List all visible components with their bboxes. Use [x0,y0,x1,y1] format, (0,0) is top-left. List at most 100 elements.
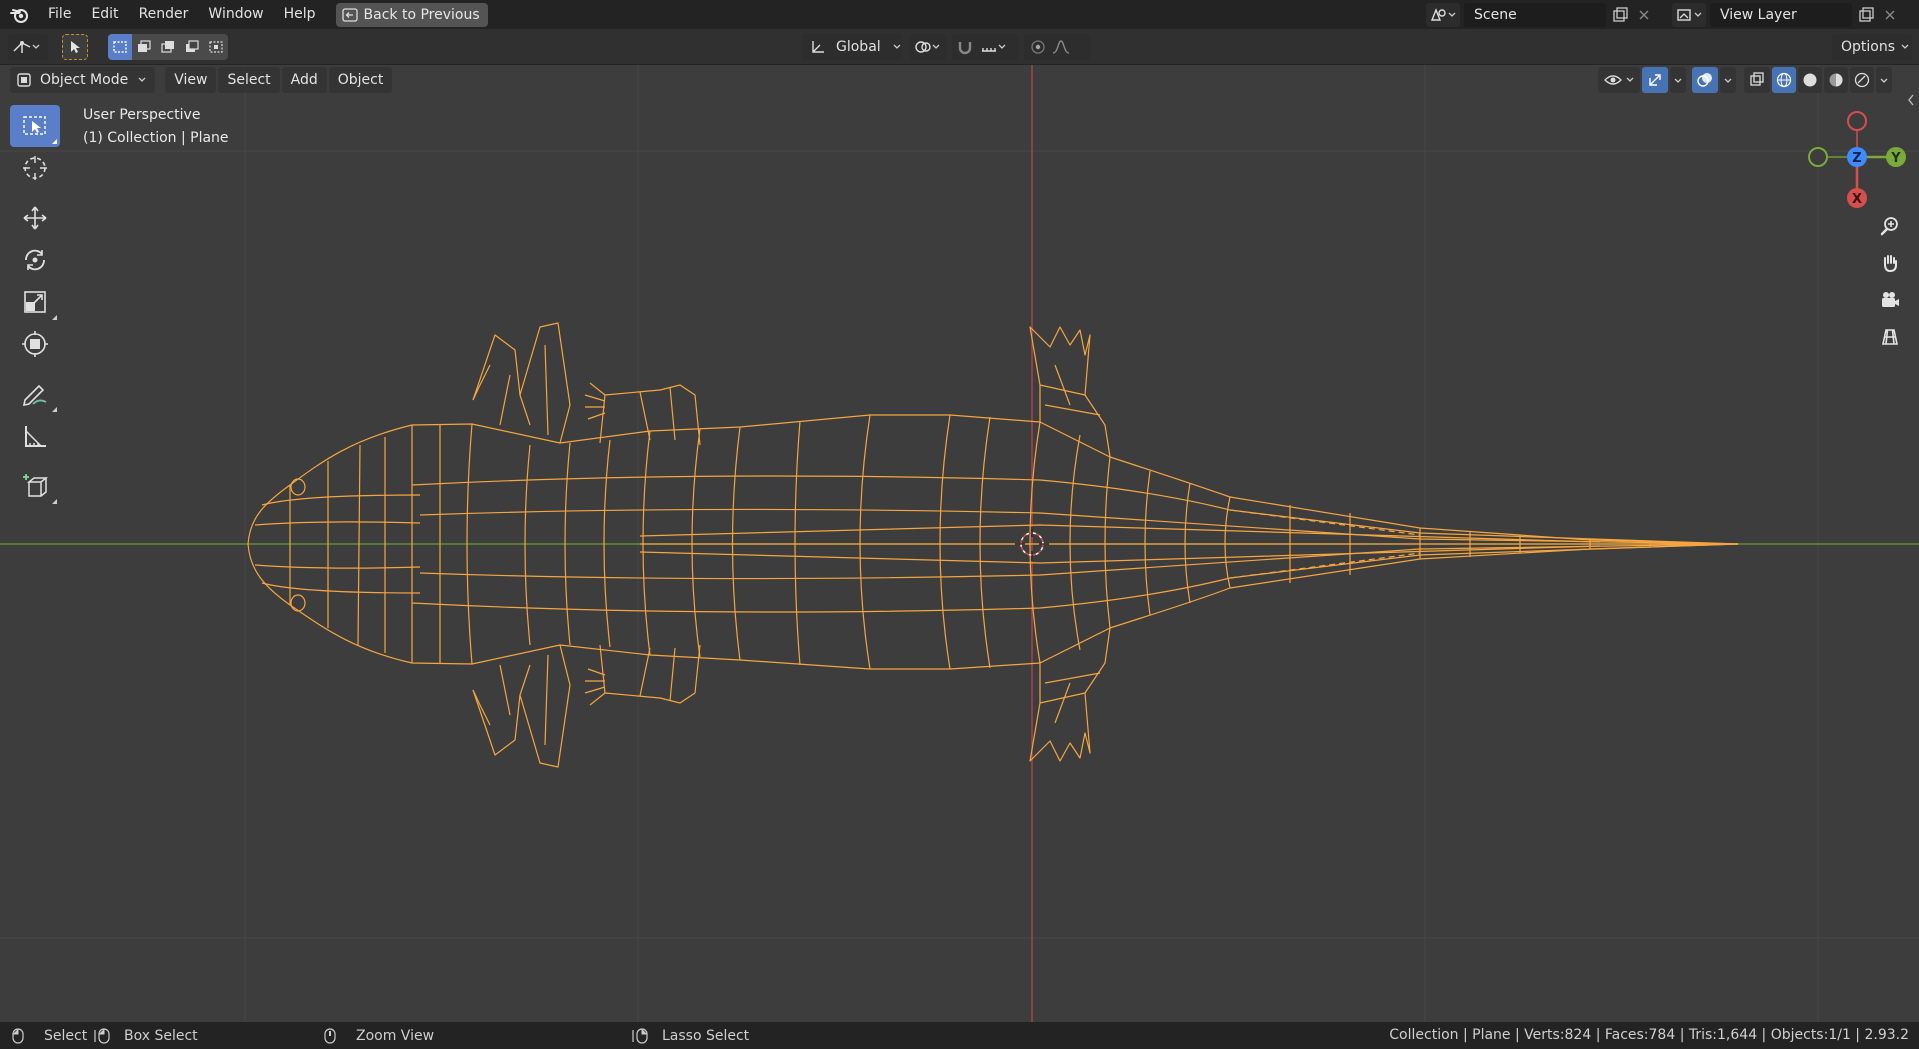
gizmo-icon [1649,74,1661,86]
select-mode-new-button[interactable] [108,34,132,60]
tool-shelf [10,105,60,507]
options-label: Options [1841,39,1896,55]
transform-tool[interactable] [10,323,60,365]
overlays-dropdown[interactable] [1720,67,1736,93]
viewport-canvas [0,65,1919,1022]
shading-rendered-button[interactable] [1850,67,1874,93]
view-layer-icon [1677,8,1691,21]
editor-type-dropdown[interactable] [8,34,48,60]
chevron-down-icon [893,44,901,49]
menu-file[interactable]: File [38,0,81,29]
viewport-display-controls [1598,67,1894,93]
overlays-icon [1697,73,1712,87]
scene-selector-dropdown[interactable] [1426,2,1460,27]
zoom-icon[interactable] [1873,209,1907,243]
gizmo-z-label: Z [1852,151,1861,166]
mouse-drag-icon [94,1027,110,1044]
pivot-icon [915,41,931,53]
snap-increment-icon[interactable] [980,39,998,55]
status-box-select: Box Select [94,1022,198,1049]
3d-cursor-icon [23,156,47,180]
select-mode-subtract-button[interactable] [156,34,180,60]
rotate-tool[interactable] [10,239,60,281]
shading-material-button[interactable] [1824,67,1848,93]
chevron-down-icon [1626,77,1634,82]
move-icon [23,206,47,230]
menu-edit[interactable]: Edit [81,0,128,29]
material-sphere-icon [1829,73,1843,87]
object-mode-dropdown[interactable]: Object Mode [10,67,156,93]
annotate-tool[interactable] [10,373,60,415]
cursor-tool[interactable] [10,147,60,189]
status-lasso-select-label: Lasso Select [662,1027,750,1044]
pivot-point-dropdown[interactable] [910,34,946,60]
status-zoom-view: Zoom View [324,1022,434,1049]
blender-logo-icon[interactable] [0,0,38,29]
select-mode-intersect-button[interactable] [204,34,228,60]
visibility-dropdown[interactable] [1598,67,1640,93]
viewport-menu-view[interactable]: View [165,67,217,93]
add-cube-tool[interactable] [10,465,60,507]
status-zoom-view-label: Zoom View [356,1027,435,1044]
select-mode-extend-button[interactable] [132,34,156,60]
chevron-down-icon [1448,12,1456,17]
status-select: Select [12,1022,87,1049]
shading-solid-button[interactable] [1798,67,1822,93]
status-lasso-select: Lasso Select [632,1022,749,1049]
options-dropdown[interactable]: Options [1832,34,1912,60]
viewport-menu-select[interactable]: Select [218,67,280,93]
mouse-middle-icon [324,1027,336,1044]
scene-statistics: Collection | Plane | Verts:824 | Faces:7… [1389,1027,1909,1043]
scene-name-field[interactable]: Scene [1464,2,1606,27]
viewport-menu-object[interactable]: Object [328,67,393,93]
new-view-layer-icon[interactable] [1854,3,1878,27]
snap-group [952,34,1018,60]
3d-viewport[interactable]: Object Mode View Select Add Object User … [0,65,1919,1022]
measure-ruler-icon [25,426,46,447]
camera-view-icon[interactable] [1873,283,1907,317]
active-tool-button[interactable] [62,34,88,60]
viewport-menu-add[interactable]: Add [281,67,327,93]
select-mode-invert-button[interactable] [180,34,204,60]
view-layer-selector-dropdown[interactable] [1672,2,1706,27]
shading-dropdown[interactable] [1876,67,1892,93]
menu-help[interactable]: Help [274,0,326,29]
viewport-header: Object Mode View Select Add Object [10,67,394,93]
status-box-select-label: Box Select [124,1027,198,1044]
rendered-sphere-icon [1854,72,1870,88]
menu-render[interactable]: Render [129,0,199,29]
falloff-curve-icon[interactable] [1052,39,1070,55]
gizmo-dropdown[interactable] [1670,67,1686,93]
shading-wireframe-button[interactable] [1772,67,1796,93]
menu-window[interactable]: Window [198,0,273,29]
measure-tool[interactable] [10,415,60,457]
transform-icon [22,331,48,357]
delete-view-layer-icon[interactable] [1878,3,1902,27]
select-box-icon [23,116,46,135]
proportional-edit-icon[interactable] [1030,39,1046,55]
solid-sphere-icon [1803,73,1817,87]
gizmo-toggle[interactable] [1642,67,1668,93]
snap-magnet-icon[interactable] [956,39,974,55]
select-box-tool[interactable] [10,105,60,147]
object-mode-icon [17,73,31,87]
delete-scene-icon[interactable] [1632,3,1656,27]
view-layer-name-field[interactable]: View Layer [1710,2,1852,27]
overlays-toggle[interactable] [1692,67,1718,93]
orthographic-grid-icon[interactable] [1873,320,1907,354]
active-collection-label: (1) Collection | Plane [83,130,229,146]
chevron-down-icon [1674,78,1682,83]
3d-viewport-icon [13,41,31,53]
transform-orientation-dropdown[interactable]: Global [802,34,902,60]
pan-hand-icon[interactable] [1873,246,1907,280]
xray-toggle[interactable] [1744,67,1770,93]
new-scene-icon[interactable] [1608,3,1632,27]
scale-tool[interactable] [10,281,60,323]
back-to-previous-button[interactable]: Back to Previous [335,2,488,27]
navigation-gizmo[interactable]: Z Y X [1802,102,1912,212]
rotate-icon [25,249,45,271]
cursor-arrow-icon [71,41,80,53]
wireframe-sphere-icon [1776,72,1792,88]
move-tool[interactable] [10,197,60,239]
chevron-down-icon [1694,12,1702,17]
